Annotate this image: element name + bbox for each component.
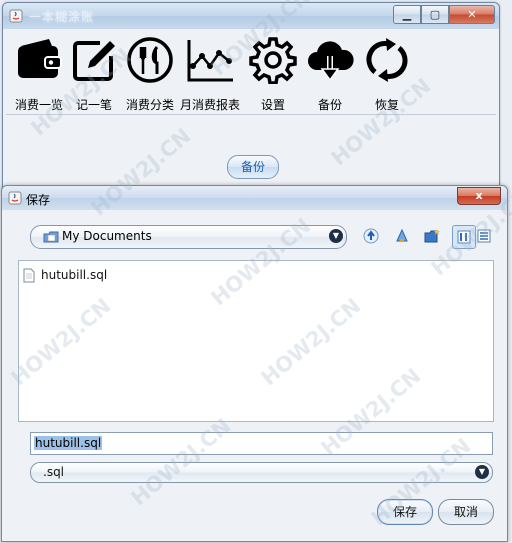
details-view-button[interactable] [473, 225, 495, 247]
minimize-button[interactable]: ▁ [393, 5, 421, 24]
close-icon: ✕ [467, 8, 477, 21]
dialog-title: 保存 [26, 193, 51, 207]
file-type-combo[interactable]: .sql ▼ [30, 462, 493, 483]
list-view-icon [457, 230, 471, 244]
refresh-icon [366, 38, 408, 82]
main-window: 一本糊涂账 ▁ ▢ ✕ 消费一览 记一笔 消费分类 月消费报表 设置 备份 恢复… [2, 2, 500, 190]
details-view-icon [477, 229, 491, 243]
cloud-download-icon [308, 41, 354, 82]
wallet-icon [18, 39, 62, 78]
toolbar-label: 恢复 [374, 98, 399, 112]
java-app-icon [9, 9, 23, 23]
maximize-icon: ▢ [429, 8, 441, 21]
toolbar-restore-button[interactable]: 恢复 [357, 36, 417, 112]
main-title-bar[interactable]: 一本糊涂账 ▁ ▢ ✕ [3, 3, 499, 29]
minimize-icon: ▁ [402, 8, 412, 21]
file-list[interactable]: hutubill.sql [18, 260, 494, 422]
maximize-button[interactable]: ▢ [421, 5, 449, 24]
main-close-button[interactable]: ✕ [449, 5, 495, 24]
chevron-down-icon[interactable]: ▼ [329, 229, 343, 243]
line-chart-icon [187, 40, 233, 82]
file-name-field[interactable]: hutubill.sql [30, 432, 493, 455]
file-name-value: hutubill.sql [34, 436, 103, 450]
fork-knife-icon [127, 37, 173, 83]
dialog-close-button[interactable]: x [457, 187, 501, 205]
new-folder-button[interactable] [422, 225, 444, 247]
gear-icon [249, 37, 297, 84]
file-name: hutubill.sql [41, 268, 108, 282]
home-button[interactable] [391, 225, 413, 247]
up-folder-button[interactable] [360, 225, 382, 247]
file-type-value: .sql [43, 465, 65, 479]
dialog-title-bar[interactable]: 保存 x [2, 186, 507, 210]
look-in-value: My Documents [62, 229, 152, 243]
java-app-icon [8, 191, 22, 205]
main-window-title: 一本糊涂账 [29, 10, 95, 24]
look-in-combo[interactable]: My Documents ▼ [30, 225, 347, 249]
documents-folder-icon [43, 231, 59, 243]
main-toolbar: 消费一览 记一笔 消费分类 月消费报表 设置 备份 恢复 [6, 32, 496, 115]
home-desktop-icon [396, 228, 408, 242]
save-dialog: 保存 x My Documents ▼ hutubill.sql hutubil… [1, 185, 508, 542]
up-arrow-icon [363, 228, 379, 244]
save-button[interactable]: 保存 [377, 499, 433, 525]
cancel-button[interactable]: 取消 [438, 499, 494, 525]
list-item[interactable]: hutubill.sql [23, 266, 107, 284]
chevron-down-icon[interactable]: ▼ [475, 465, 489, 479]
backup-button[interactable]: 备份 [227, 155, 279, 179]
edit-pencil-icon [73, 41, 115, 81]
close-icon: x [475, 189, 483, 202]
document-icon [23, 268, 35, 282]
new-folder-icon [424, 229, 440, 243]
toolbar-report-button[interactable]: 月消费报表 [180, 36, 240, 112]
